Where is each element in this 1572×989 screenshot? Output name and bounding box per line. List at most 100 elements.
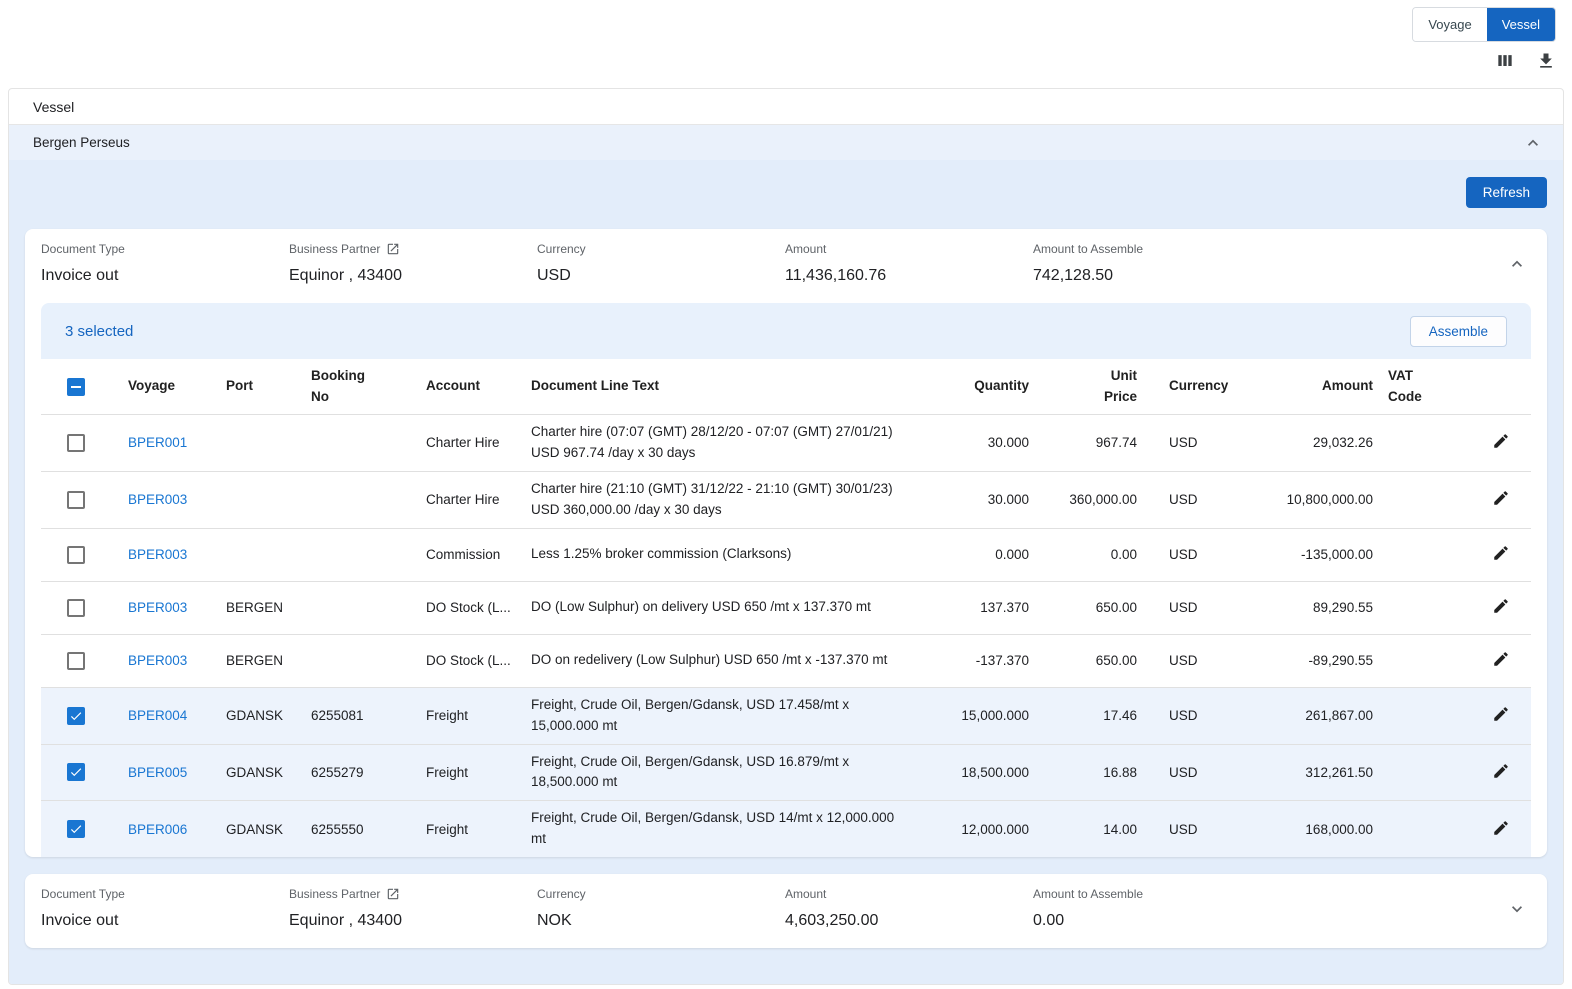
edit-icon[interactable] — [1492, 650, 1510, 668]
cell-amount: -135,000.00 — [1233, 547, 1381, 562]
cell-currency: USD — [1145, 435, 1233, 450]
panel-title: Vessel — [9, 89, 1563, 124]
table-row: BPER003BERGENDO Stock (L...DO on redeliv… — [41, 635, 1531, 688]
voyage-link[interactable]: BPER001 — [128, 435, 187, 450]
header-account: Account — [411, 376, 516, 397]
currency-field: Currency NOK — [537, 887, 785, 930]
cell-amount: 89,290.55 — [1233, 600, 1381, 615]
vessel-group-header[interactable]: Bergen Perseus — [9, 124, 1563, 160]
row-checkbox[interactable] — [67, 820, 85, 838]
row-checkbox[interactable] — [67, 652, 85, 670]
currency-value: USD — [537, 267, 785, 285]
cell-quantity: 30.000 — [919, 435, 1037, 450]
cell-account: Freight — [411, 708, 516, 723]
edit-icon[interactable] — [1492, 544, 1510, 562]
header-unit-price: Unit Price — [1037, 366, 1145, 408]
row-checkbox[interactable] — [67, 434, 85, 452]
cell-line-text: Freight, Crude Oil, Bergen/Gdansk, USD 1… — [516, 801, 919, 857]
table-row: BPER003BERGENDO Stock (L...DO (Low Sulph… — [41, 582, 1531, 635]
columns-icon[interactable] — [1495, 51, 1515, 71]
cell-line-text: Less 1.25% broker commission (Clarksons) — [516, 537, 919, 572]
row-checkbox[interactable] — [67, 599, 85, 617]
voyage-link[interactable]: BPER003 — [128, 600, 187, 615]
cell-unit-price: 360,000.00 — [1037, 492, 1145, 507]
amount-value: 4,603,250.00 — [785, 912, 1033, 930]
edit-icon[interactable] — [1492, 597, 1510, 615]
business-partner-value: Equinor , 43400 — [289, 267, 537, 285]
open-in-new-icon[interactable] — [386, 242, 400, 256]
cell-unit-price: 967.74 — [1037, 435, 1145, 450]
table-row: BPER004GDANSK6255081FreightFreight, Crud… — [41, 688, 1531, 745]
row-checkbox[interactable] — [67, 763, 85, 781]
collapse-document-icon[interactable] — [1507, 254, 1527, 274]
header-voyage: Voyage — [113, 376, 211, 397]
business-partner-label: Business Partner — [289, 242, 380, 256]
cell-line-text: Freight, Crude Oil, Bergen/Gdansk, USD 1… — [516, 688, 919, 744]
collapse-vessel-icon[interactable] — [1523, 133, 1543, 153]
cell-quantity: 18,500.000 — [919, 765, 1037, 780]
cell-voyage: BPER003 — [113, 653, 211, 668]
row-checkbox[interactable] — [67, 707, 85, 725]
cell-amount: 312,261.50 — [1233, 765, 1381, 780]
amount-label: Amount — [785, 242, 1033, 256]
select-all-checkbox[interactable] — [67, 378, 85, 396]
cell-quantity: 137.370 — [919, 600, 1037, 615]
cell-currency: USD — [1145, 822, 1233, 837]
header-booking-no: Booking No — [296, 366, 411, 408]
assemble-button[interactable]: Assemble — [1410, 316, 1507, 347]
amount-field: Amount 4,603,250.00 — [785, 887, 1033, 930]
document-type-value: Invoice out — [41, 267, 289, 285]
document-type-label: Document Type — [41, 242, 289, 256]
row-checkbox[interactable] — [67, 546, 85, 564]
table-actions — [1495, 51, 1556, 71]
cell-quantity: 0.000 — [919, 547, 1037, 562]
open-in-new-icon[interactable] — [386, 887, 400, 901]
cell-port: BERGEN — [211, 653, 296, 668]
cell-port: GDANSK — [211, 822, 296, 837]
edit-icon[interactable] — [1492, 819, 1510, 837]
cell-amount: -89,290.55 — [1233, 653, 1381, 668]
currency-label: Currency — [537, 887, 785, 901]
edit-icon[interactable] — [1492, 705, 1510, 723]
row-checkbox[interactable] — [67, 491, 85, 509]
document-lines-table: Voyage Port Booking No Account Document … — [41, 359, 1531, 857]
cell-unit-price: 650.00 — [1037, 653, 1145, 668]
cell-currency: USD — [1145, 765, 1233, 780]
amount-to-assemble-label: Amount to Assemble — [1033, 242, 1281, 256]
cell-line-text: Charter hire (07:07 (GMT) 28/12/20 - 07:… — [516, 415, 919, 471]
cell-voyage: BPER001 — [113, 435, 211, 450]
cell-amount: 261,867.00 — [1233, 708, 1381, 723]
vessel-name: Bergen Perseus — [33, 135, 130, 150]
amount-field: Amount 11,436,160.76 — [785, 242, 1033, 285]
cell-amount: 10,800,000.00 — [1233, 492, 1381, 507]
voyage-link[interactable]: BPER003 — [128, 653, 187, 668]
voyage-link[interactable]: BPER003 — [128, 547, 187, 562]
edit-icon[interactable] — [1492, 489, 1510, 507]
document-card-nok: Document Type Invoice out Business Partn… — [25, 874, 1547, 948]
header-amount: Amount — [1233, 376, 1381, 397]
header-document-line-text: Document Line Text — [516, 376, 919, 397]
cell-voyage: BPER003 — [113, 547, 211, 562]
table-header-row: Voyage Port Booking No Account Document … — [41, 359, 1531, 415]
amount-value: 11,436,160.76 — [785, 267, 1033, 285]
refresh-button[interactable]: Refresh — [1466, 177, 1547, 208]
table-row: BPER005GDANSK6255279FreightFreight, Crud… — [41, 745, 1531, 802]
vessel-toggle-button[interactable]: Vessel — [1487, 8, 1555, 41]
business-partner-field: Business Partner Equinor , 43400 — [289, 242, 537, 285]
selection-toolbar: 3 selected Assemble — [41, 303, 1531, 359]
view-toggle-group: Voyage Vessel — [1412, 7, 1556, 42]
download-icon[interactable] — [1536, 51, 1556, 71]
cell-unit-price: 0.00 — [1037, 547, 1145, 562]
cell-quantity: 12,000.000 — [919, 822, 1037, 837]
edit-icon[interactable] — [1492, 432, 1510, 450]
table-row: BPER006GDANSK6255550FreightFreight, Crud… — [41, 801, 1531, 857]
voyage-toggle-button[interactable]: Voyage — [1413, 8, 1486, 41]
edit-icon[interactable] — [1492, 762, 1510, 780]
expand-document-icon[interactable] — [1507, 899, 1527, 919]
voyage-link[interactable]: BPER004 — [128, 708, 187, 723]
selection-count: 3 selected — [65, 323, 133, 340]
voyage-link[interactable]: BPER005 — [128, 765, 187, 780]
voyage-link[interactable]: BPER006 — [128, 822, 187, 837]
voyage-link[interactable]: BPER003 — [128, 492, 187, 507]
document-type-field: Document Type Invoice out — [41, 242, 289, 285]
